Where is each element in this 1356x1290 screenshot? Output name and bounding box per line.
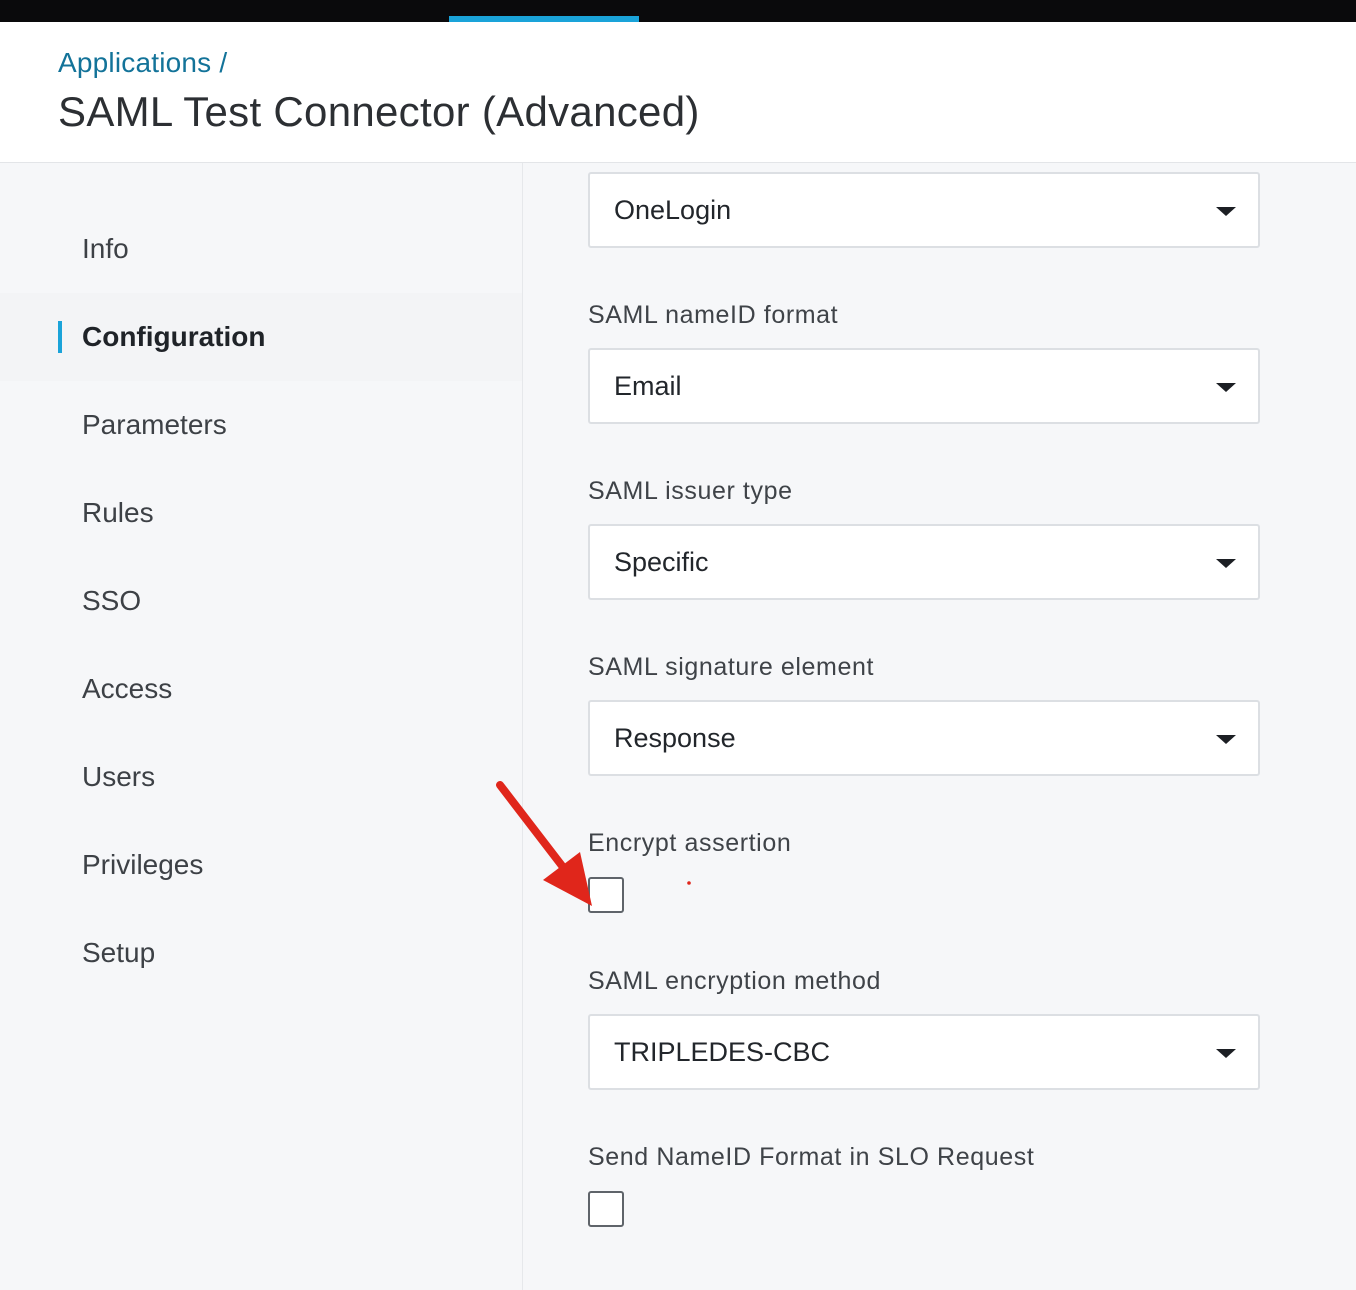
nameid-format-select[interactable]: Email [588, 348, 1260, 424]
scroll-fade [524, 1240, 1356, 1290]
sidebar-item-parameters[interactable]: Parameters [0, 381, 522, 469]
nameid-format-label: SAML nameID format [588, 301, 839, 329]
sidebar-item-access[interactable]: Access [0, 645, 522, 733]
caret-down-icon [1216, 1049, 1236, 1058]
sidebar-item-info[interactable]: Info [0, 205, 522, 293]
top-select[interactable]: OneLogin [588, 172, 1260, 248]
send-nameid-format-label: Send NameID Format in SLO Request [588, 1143, 1035, 1171]
sidebar-item-configuration[interactable]: Configuration [0, 293, 522, 381]
select-value: Response [614, 722, 736, 753]
sidebar-item-privileges[interactable]: Privileges [0, 821, 522, 909]
caret-down-icon [1216, 559, 1236, 568]
signature-element-select[interactable]: Response [588, 700, 1260, 776]
signature-element-label: SAML signature element [588, 653, 875, 681]
encryption-method-label: SAML encryption method [588, 967, 881, 995]
page-title: SAML Test Connector (Advanced) [58, 88, 700, 135]
issuer-type-select[interactable]: Specific [588, 524, 1260, 600]
sidebar-item-rules[interactable]: Rules [0, 469, 522, 557]
encrypt-assertion-label: Encrypt assertion [588, 829, 792, 857]
page-header: Applications / SAML Test Connector (Adva… [0, 22, 1356, 163]
sidebar-item-sso[interactable]: SSO [0, 557, 522, 645]
select-value: TRIPLEDES-CBC [614, 1036, 831, 1067]
select-value: Specific [614, 546, 709, 577]
sidebar-nav: Info Configuration Parameters Rules SSO … [0, 163, 523, 1290]
caret-down-icon [1216, 735, 1236, 744]
sidebar-item-label: Configuration [82, 321, 266, 352]
caret-down-icon [1216, 383, 1236, 392]
caret-down-icon [1216, 207, 1236, 216]
encryption-method-select[interactable]: TRIPLEDES-CBC [588, 1014, 1260, 1090]
sidebar-item-users[interactable]: Users [0, 733, 522, 821]
issuer-type-label: SAML issuer type [588, 477, 793, 505]
top-bar [0, 0, 1356, 22]
sidebar-item-setup[interactable]: Setup [0, 909, 522, 997]
send-nameid-format-checkbox[interactable] [588, 1191, 624, 1227]
configuration-form: OneLogin SAML nameID format Email SAML i… [524, 163, 1356, 1290]
encrypt-assertion-checkbox[interactable] [588, 877, 624, 913]
select-value: Email [614, 370, 682, 401]
select-value: OneLogin [614, 194, 732, 225]
active-indicator [58, 321, 62, 353]
breadcrumb-applications[interactable]: Applications / [58, 47, 227, 79]
